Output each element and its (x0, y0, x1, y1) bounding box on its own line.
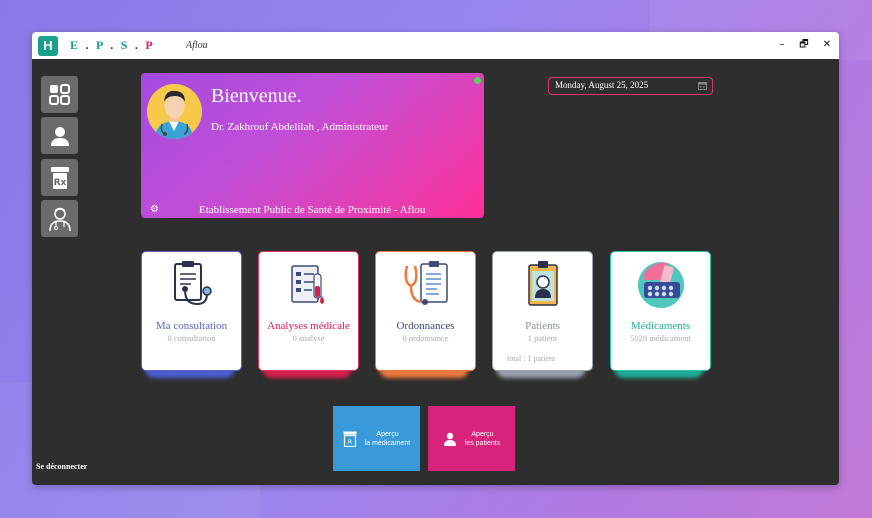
date-picker[interactable]: Monday, August 25, 2025 (548, 77, 713, 95)
user-icon (443, 432, 456, 446)
brand-letter-s: S (120, 38, 128, 52)
brand-dot: . (134, 38, 139, 52)
brand-dot: . (110, 38, 114, 52)
welcome-title: Bienvenue. (211, 85, 302, 107)
brand-letter-p2: P (145, 38, 154, 52)
brand-letter-p: P (96, 38, 104, 52)
brand-letter-e: E (70, 38, 79, 52)
doctor-icon (48, 207, 71, 231)
sidebar-item-dashboard[interactable] (41, 76, 78, 113)
card-title: Analyses médicale (267, 320, 350, 332)
clipboard-stethoscope-icon (174, 261, 212, 306)
card-ordonnances[interactable]: Ordonnances 0 ordonnance (375, 251, 476, 371)
app-logo: H (38, 36, 58, 56)
button-label-line1: Aperçu (376, 430, 399, 438)
button-label-line2: la médicament (364, 439, 411, 447)
doctor-avatar-icon (155, 90, 193, 139)
button-label-line2: les patients (464, 439, 501, 447)
app-brand: E . P . S . P (70, 38, 153, 53)
card-count: 0 consultation (167, 333, 216, 343)
button-label: Aperçu la médicament (365, 430, 411, 448)
card-consultation[interactable]: Ma consultation 0 consultation (141, 251, 242, 371)
gear-icon[interactable]: ⚙ (150, 204, 159, 215)
svg-text:R: R (348, 439, 352, 446)
app-window: H E . P . S . P Aflou – 🗗 ✕ Rx Se déconn… (32, 32, 839, 485)
user-icon (50, 126, 69, 146)
minimize-button[interactable]: – (774, 37, 790, 53)
card-title: Ordonnances (396, 320, 455, 332)
location-label: Aflou (186, 40, 208, 51)
prescription-icon (404, 261, 448, 305)
preview-patients-button[interactable]: Aperçu les patients (428, 406, 515, 471)
card-medicaments[interactable]: Médicaments 5028 médicament (610, 251, 711, 371)
card-count: 0 ordonnance (402, 333, 449, 343)
svg-text:Rx: Rx (53, 178, 66, 188)
brand-dot: . (85, 38, 90, 52)
sidebar-item-doctors[interactable] (41, 200, 78, 237)
preview-medication-button[interactable]: R Aperçu la médicament (333, 406, 420, 471)
card-count: 0 analyse (292, 333, 325, 343)
button-label: Aperçu les patients (465, 430, 500, 448)
sidebar-item-users[interactable] (41, 117, 78, 154)
logout-link[interactable]: Se déconnecter (36, 462, 87, 471)
date-value: Monday, August 25, 2025 (555, 80, 649, 90)
grid-icon (48, 83, 70, 105)
close-button[interactable]: ✕ (819, 37, 835, 53)
avatar (147, 84, 202, 139)
card-title: Patients (525, 320, 560, 332)
title-bar: H E . P . S . P Aflou – 🗗 ✕ (32, 32, 839, 59)
button-label-line1: Aperçu (471, 430, 494, 438)
card-analyses[interactable]: Analyses médicale 0 analyse (258, 251, 359, 371)
card-title: Ma consultation (155, 320, 228, 332)
patient-badge-icon (528, 261, 558, 306)
prescription-bottle-icon: Rx (50, 166, 69, 189)
sidebar-item-medications[interactable]: Rx (41, 159, 78, 196)
card-title: Médicaments (630, 320, 691, 332)
establishment-name: Etablissement Public de Santé de Proximi… (199, 204, 426, 216)
pills-icon (638, 262, 684, 308)
lab-analysis-icon (291, 265, 324, 304)
medication-icon: R (343, 431, 357, 447)
card-count: 1 patient (527, 333, 558, 343)
card-patients[interactable]: Patients 1 patient total : 1 patient (492, 251, 593, 371)
online-status-dot (474, 77, 481, 84)
welcome-banner: Bienvenue. Dr. Zakhrouf Abdelilah , Admi… (141, 73, 484, 218)
restore-button[interactable]: 🗗 (796, 37, 812, 53)
user-name: Dr. Zakhrouf Abdelilah , Administrateur (211, 121, 389, 133)
card-total: total : 1 patient (507, 354, 556, 363)
calendar-icon[interactable] (698, 81, 707, 90)
card-count: 5028 médicament (630, 333, 691, 343)
